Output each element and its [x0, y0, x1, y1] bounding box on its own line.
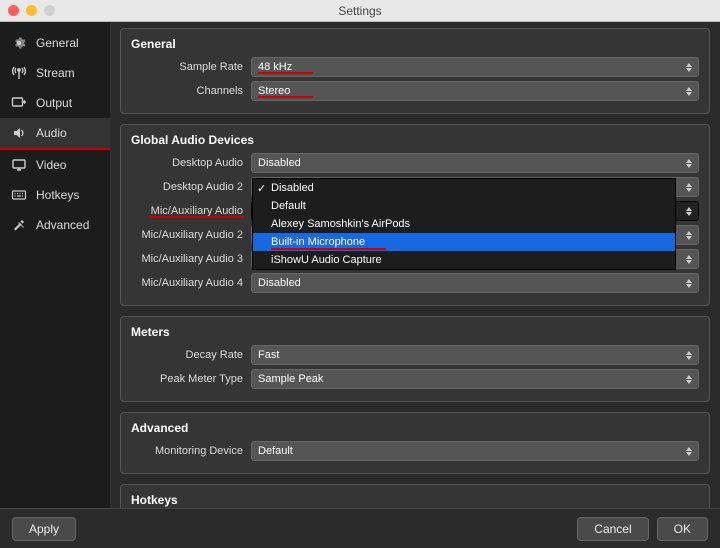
stepper-icon [686, 183, 692, 192]
antenna-icon [10, 64, 28, 82]
stepper-icon [686, 231, 692, 240]
sidebar: General Stream Output Audio Video Hotkey… [0, 22, 110, 508]
select-peak-meter[interactable]: Sample Peak [251, 369, 699, 389]
dropdown-item[interactable]: Disabled [253, 179, 675, 197]
sidebar-item-general[interactable]: General [0, 28, 110, 58]
label-desktop-audio-2: Desktop Audio 2 [131, 181, 251, 193]
sidebar-item-label: Audio [36, 126, 67, 140]
titlebar: Settings [0, 0, 720, 22]
ok-button[interactable]: OK [657, 517, 708, 541]
sidebar-item-label: Advanced [36, 218, 89, 232]
apply-button[interactable]: Apply [12, 517, 76, 541]
label-decay-rate: Decay Rate [131, 349, 251, 361]
label-mic-aux-3: Mic/Auxiliary Audio 3 [131, 253, 251, 265]
cancel-button[interactable]: Cancel [577, 517, 648, 541]
section-title: General [121, 29, 709, 55]
select-channels[interactable]: Stereo [251, 81, 699, 101]
stepper-icon [686, 447, 692, 456]
stepper-icon [686, 279, 692, 288]
sidebar-item-output[interactable]: Output [0, 88, 110, 118]
stepper-icon [686, 255, 692, 264]
output-icon [10, 94, 28, 112]
select-mic-aux-4[interactable]: Disabled [251, 273, 699, 293]
sidebar-item-advanced[interactable]: Advanced [0, 210, 110, 240]
sidebar-item-stream[interactable]: Stream [0, 58, 110, 88]
sidebar-item-label: Output [36, 96, 72, 110]
section-title: Meters [121, 317, 709, 343]
keyboard-icon [10, 186, 28, 204]
select-monitoring-device[interactable]: Default [251, 441, 699, 461]
select-sample-rate[interactable]: 48 kHz [251, 57, 699, 77]
label-channels: Channels [131, 85, 251, 97]
stepper-icon [686, 351, 692, 360]
window-title: Settings [0, 4, 720, 18]
section-title: Hotkeys [121, 485, 709, 508]
monitor-icon [10, 156, 28, 174]
tools-icon [10, 216, 28, 234]
stepper-icon [686, 207, 692, 216]
label-peak-meter: Peak Meter Type [131, 373, 251, 385]
select-decay-rate[interactable]: Fast [251, 345, 699, 365]
dropdown-item[interactable]: Default [253, 197, 675, 215]
label-mic-aux: Mic/Auxiliary Audio [131, 205, 251, 217]
section-advanced: Advanced Monitoring Device Default [120, 412, 710, 474]
sidebar-item-audio[interactable]: Audio [0, 118, 110, 150]
sidebar-item-label: Video [36, 158, 66, 172]
label-mic-aux-4: Mic/Auxiliary Audio 4 [131, 277, 251, 289]
section-title: Advanced [121, 413, 709, 439]
select-desktop-audio[interactable]: Disabled [251, 153, 699, 173]
stepper-icon [686, 159, 692, 168]
label-sample-rate: Sample Rate [131, 61, 251, 73]
footer: Apply Cancel OK [0, 508, 720, 548]
dropdown-mic-aux: Disabled Default Alexey Samoshkin's AirP… [252, 178, 676, 270]
section-hotkeys: Hotkeys [120, 484, 710, 508]
sidebar-item-hotkeys[interactable]: Hotkeys [0, 180, 110, 210]
stepper-icon [686, 375, 692, 384]
stepper-icon [686, 87, 692, 96]
speaker-icon [10, 124, 28, 142]
sidebar-item-label: General [36, 36, 79, 50]
dropdown-item[interactable]: iShowU Audio Capture [253, 251, 675, 269]
sidebar-item-video[interactable]: Video [0, 150, 110, 180]
section-general: General Sample Rate 48 kHz Channels Ster… [120, 28, 710, 114]
sidebar-item-label: Stream [36, 66, 75, 80]
section-title: Global Audio Devices [121, 125, 709, 151]
label-mic-aux-2: Mic/Auxiliary Audio 2 [131, 229, 251, 241]
gear-icon [10, 34, 28, 52]
dropdown-item[interactable]: Alexey Samoshkin's AirPods [253, 215, 675, 233]
sidebar-item-label: Hotkeys [36, 188, 79, 202]
label-desktop-audio: Desktop Audio [131, 157, 251, 169]
section-meters: Meters Decay Rate Fast Peak Meter Type S… [120, 316, 710, 402]
label-monitoring-device: Monitoring Device [131, 445, 251, 457]
stepper-icon [686, 63, 692, 72]
dropdown-item[interactable]: Built-in Microphone [253, 233, 675, 251]
